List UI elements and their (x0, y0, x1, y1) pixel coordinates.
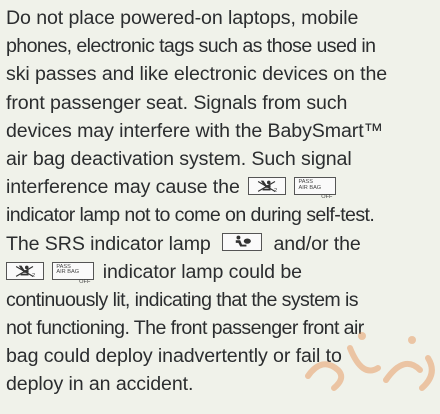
text-line-with-icons: interference may cause the 2 PASS AIR BAG… (6, 173, 440, 201)
text-fragment: and/or the (273, 232, 361, 255)
svg-text:2: 2 (274, 188, 277, 194)
pass-label: PASS AIR BAG (56, 264, 80, 276)
text-line: continuously lit, indicating that the sy… (6, 288, 358, 311)
text-line: indicator lamp not to come on during sel… (6, 204, 375, 227)
srs-airbag-icon (222, 233, 263, 252)
text-line: deploy in an accident. (6, 373, 194, 396)
text-line: air bag deactivation system. Such signal (6, 147, 352, 170)
text-line: not functioning. The front passenger fro… (6, 317, 364, 340)
text-line: bag could deploy inadvertently or fail t… (6, 345, 342, 368)
pass-label: PASS AIR BAG (298, 179, 322, 191)
text-fragment: The SRS indicator lamp (6, 232, 211, 255)
text-line: devices may interfere with the BabySmart… (6, 119, 384, 142)
text-line-with-icons: 2 PASS AIR BAG OFF indicator lamp could b… (6, 258, 440, 286)
text-line: front passenger seat. Signals from such (6, 91, 348, 114)
text-line: ski passes and like electronic devices o… (6, 63, 388, 86)
off-label: OFF (79, 278, 91, 285)
warning-paragraph: Do not place powered-on laptops, mobile … (6, 4, 440, 399)
text-fragment: indicator lamp could be (102, 260, 302, 283)
text-line-with-icon: The SRS indicator lamp and/or the (6, 230, 440, 258)
pass-label-line2: AIR BAG (298, 184, 322, 191)
text-line: phones, electronic tags such as those us… (6, 35, 376, 58)
child-seat-airbag-off-icon: 2 (6, 261, 44, 280)
passenger-airbag-off-icon: PASS AIR BAG OFF (52, 261, 95, 285)
text-fragment: interference may cause the (6, 176, 240, 199)
text-line: Do not place powered-on laptops, mobile (6, 7, 359, 29)
off-label: OFF (321, 193, 333, 200)
passenger-airbag-off-icon: PASS AIR BAG OFF (294, 176, 337, 200)
svg-text:2: 2 (32, 273, 35, 279)
pass-label-line2: AIR BAG (56, 269, 80, 276)
child-seat-airbag-off-icon: 2 (248, 176, 287, 195)
